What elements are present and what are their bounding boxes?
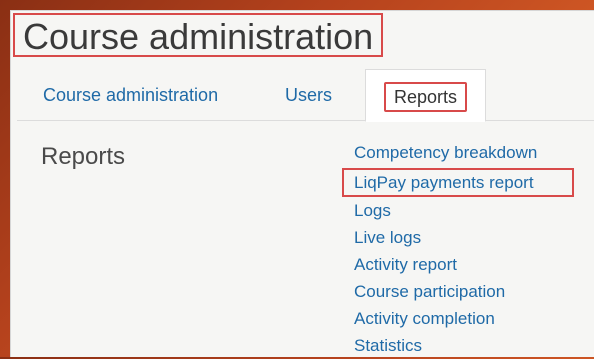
reports-links-list: Competency breakdown LiqPay payments rep… — [342, 139, 574, 359]
report-link-course-participation[interactable]: Course participation — [354, 278, 574, 305]
tab-users[interactable]: Users — [285, 69, 332, 121]
report-link-statistics[interactable]: Statistics — [354, 332, 574, 359]
tab-reports[interactable]: Reports — [365, 69, 487, 122]
course-admin-panel: Course administration Course administrat… — [10, 10, 594, 357]
report-link-logs[interactable]: Logs — [354, 197, 574, 224]
report-link-liqpay-payments-report[interactable]: LiqPay payments report — [342, 168, 574, 197]
tab-label: Users — [285, 85, 333, 105]
tab-label: Course administration — [43, 85, 219, 105]
tab-course-administration[interactable]: Course administration — [43, 69, 218, 121]
report-link-live-logs[interactable]: Live logs — [354, 224, 574, 251]
tabs-bar: Course administration Users Reports — [17, 69, 594, 122]
page-title: Course administration — [13, 13, 384, 57]
tab-reports-highlight: Reports — [384, 82, 468, 112]
report-link-activity-completion[interactable]: Activity completion — [354, 305, 574, 332]
page-title-text: Course administration — [23, 16, 374, 57]
reports-heading: Reports — [41, 143, 126, 170]
report-link-competency-breakdown[interactable]: Competency breakdown — [354, 139, 574, 166]
tab-label: Reports — [394, 87, 458, 107]
report-link-activity-report[interactable]: Activity report — [354, 251, 574, 278]
